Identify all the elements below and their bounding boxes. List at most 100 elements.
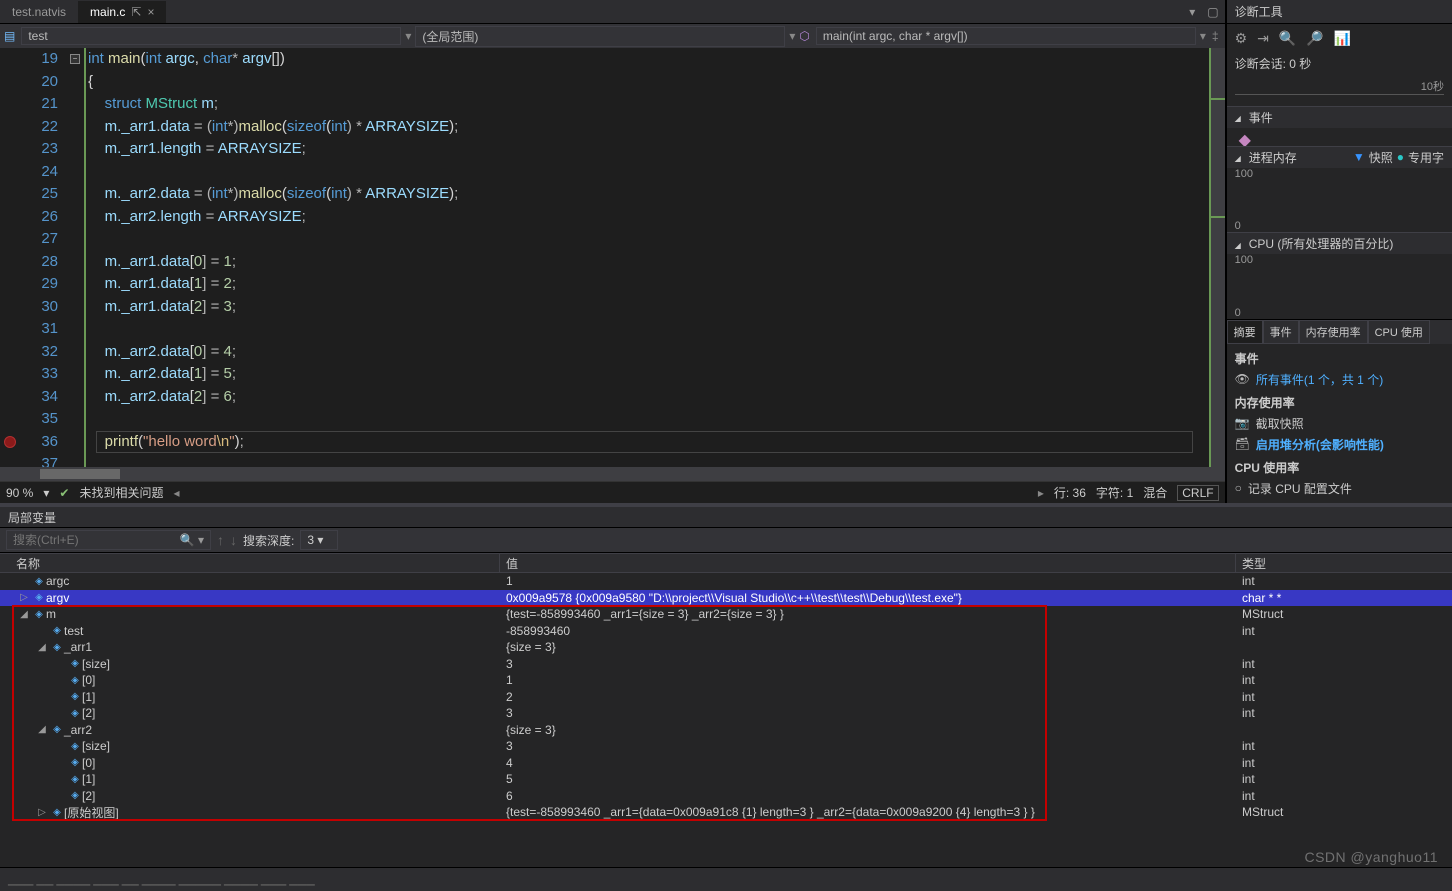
depth-label: 搜索深度:	[243, 532, 294, 549]
table-row[interactable]: ▷◈ [1]2int	[0, 689, 1452, 706]
locals-title: 局部变量	[0, 507, 1452, 527]
crumb-arrow[interactable]: ▾	[789, 29, 795, 43]
variable-icon: ◈	[68, 708, 82, 719]
snapshot-button[interactable]: 📷截取快照	[1235, 413, 1444, 434]
overview-ruler[interactable]	[1211, 48, 1225, 467]
crumb-arrow[interactable]: ▾	[405, 29, 411, 43]
table-row[interactable]: ▷◈ [2]6int	[0, 788, 1452, 805]
split-icon[interactable]: ‡	[1212, 29, 1219, 43]
expand-icon: ▷	[34, 625, 50, 636]
section-events[interactable]: 事件	[1227, 106, 1452, 128]
table-row[interactable]: ▷◈ [原始视图]{test=-858993460 _arr1={data=0x…	[0, 804, 1452, 821]
tab-main-c[interactable]: main.c⇱×	[78, 1, 166, 23]
check-icon: ✔	[59, 486, 69, 500]
variable-icon: ◈	[68, 757, 82, 768]
dropdown-icon[interactable]: ▾	[1183, 5, 1201, 19]
table-row[interactable]: ▷◈ argc1int	[0, 573, 1452, 590]
expand-icon: ▷	[16, 576, 32, 587]
section-memory[interactable]: 进程内存 ▼快照 ●专用字	[1227, 146, 1452, 168]
header-type[interactable]: 类型	[1236, 554, 1452, 572]
header-name[interactable]: 名称	[0, 554, 500, 572]
horizontal-scrollbar[interactable]	[0, 467, 1225, 481]
cursor-line: 行: 36	[1054, 484, 1086, 501]
diag-tab[interactable]: CPU 使用	[1368, 320, 1430, 344]
table-row[interactable]: ▷◈ [2]3int	[0, 705, 1452, 722]
diag-tab[interactable]: 摘要	[1227, 320, 1263, 344]
search-prev-icon[interactable]: ↑	[217, 532, 224, 548]
zoom-dropdown-icon[interactable]: ▾	[43, 486, 49, 500]
locals-grid[interactable]: ▷◈ argc1int▷◈ argv0x009a9578 {0x009a9580…	[0, 573, 1452, 867]
chart-icon[interactable]: 📊	[1334, 30, 1351, 47]
issues-text[interactable]: 未找到相关问题	[79, 484, 163, 501]
cursor-char: 字符: 1	[1096, 484, 1133, 501]
indent-mode[interactable]: 混合	[1143, 484, 1167, 501]
table-row[interactable]: ◢◈ _arr1{size = 3}	[0, 639, 1452, 656]
crumb-scope[interactable]: (全局范围)	[415, 26, 785, 47]
diag-toolbar: ⚙ ⇥ 🔍 🔎 📊	[1227, 24, 1452, 53]
zoom-out-icon[interactable]: 🔎	[1306, 30, 1323, 47]
variable-icon: ◈	[32, 592, 46, 603]
project-icon: ▤	[4, 29, 15, 43]
table-row[interactable]: ▷◈ [size]3int	[0, 656, 1452, 673]
expand-icon[interactable]: ◢	[34, 724, 50, 735]
cpu-header: CPU 使用率	[1235, 455, 1444, 478]
crumb-arrow[interactable]: ▾	[1200, 29, 1206, 43]
variable-icon: ◈	[68, 691, 82, 702]
variable-icon: ◈	[68, 774, 82, 785]
table-row[interactable]: ▷◈ [size]3int	[0, 738, 1452, 755]
variable-icon: ◈	[50, 642, 64, 653]
table-row[interactable]: ▷◈ [1]5int	[0, 771, 1452, 788]
expand-icon[interactable]: ◢	[16, 609, 32, 620]
expand-icon[interactable]: ◢	[34, 642, 50, 653]
expand-icon: ▷	[52, 658, 68, 669]
table-row[interactable]: ◢◈ m{test=-858993460 _arr1={size = 3} _a…	[0, 606, 1452, 623]
zoom-level[interactable]: 90 %	[6, 486, 33, 500]
table-row[interactable]: ▷◈ argv0x009a9578 {0x009a9580 "D:\\proje…	[0, 590, 1452, 607]
editor-tabs: test.natvis main.c⇱× ▾ ▢	[0, 0, 1225, 24]
zoom-in-icon[interactable]: 🔍	[1279, 30, 1296, 47]
diag-tab[interactable]: 内存使用率	[1299, 320, 1368, 344]
code-editor[interactable]: 19202122232425262728293031323334353637 −…	[0, 48, 1225, 467]
expand-icon: ▷	[52, 774, 68, 785]
step-icon[interactable]: ⇥	[1257, 30, 1269, 47]
table-row[interactable]: ▷◈ [0]4int	[0, 755, 1452, 772]
diag-tab[interactable]: 事件	[1263, 320, 1299, 344]
crumb-function[interactable]: main(int argc, char * argv[])	[816, 27, 1196, 45]
expand-icon[interactable]: ▷	[34, 807, 50, 818]
close-icon[interactable]: ×	[147, 5, 154, 19]
expand-icon[interactable]: ▷	[16, 592, 32, 603]
editor-status-bar: 90 % ▾ ✔ 未找到相关问题 ◂ ▸ 行: 36 字符: 1 混合 CRLF	[0, 481, 1225, 503]
variable-icon: ◈	[68, 741, 82, 752]
expand-icon: ▷	[52, 691, 68, 702]
window-split-icon[interactable]: ▢	[1201, 5, 1224, 19]
breakpoint-icon[interactable]	[4, 436, 16, 448]
search-icon[interactable]: 🔍 ▾	[180, 533, 204, 547]
expand-icon: ▷	[52, 741, 68, 752]
section-cpu[interactable]: CPU (所有处理器的百分比)	[1227, 232, 1452, 254]
expand-icon: ▷	[52, 757, 68, 768]
variable-icon: ◈	[50, 724, 64, 735]
expand-icon: ▷	[52, 790, 68, 801]
header-value[interactable]: 值	[500, 554, 1236, 572]
table-row[interactable]: ◢◈ _arr2{size = 3}	[0, 722, 1452, 739]
events-all-link[interactable]: 👁所有事件(1 个，共 1 个)	[1235, 369, 1444, 390]
search-input[interactable]: 🔍 ▾	[6, 530, 211, 550]
watermark: CSDN @yanghuo11	[1304, 849, 1438, 865]
cpu-record-button[interactable]: ○记录 CPU 配置文件	[1235, 478, 1444, 499]
search-next-icon[interactable]: ↓	[230, 532, 237, 548]
search-field[interactable]	[13, 533, 163, 547]
diag-session: 诊断会话: 0 秒	[1227, 53, 1452, 74]
crumb-project[interactable]: test	[21, 27, 401, 45]
line-ending[interactable]: CRLF	[1177, 485, 1218, 501]
depth-select[interactable]: 3 ▾	[300, 530, 338, 550]
tab-natvis[interactable]: test.natvis	[0, 1, 78, 23]
gear-icon[interactable]: ⚙	[1235, 30, 1248, 47]
table-row[interactable]: ▷◈ test-858993460int	[0, 623, 1452, 640]
heap-analysis-link[interactable]: 🗃启用堆分析(会影响性能)	[1235, 434, 1444, 455]
fold-icon[interactable]: −	[70, 54, 80, 64]
variable-icon: ◈	[50, 807, 64, 818]
pin-icon[interactable]: ⇱	[131, 5, 141, 19]
expand-icon: ▷	[52, 708, 68, 719]
variable-icon: ◈	[68, 790, 82, 801]
table-row[interactable]: ▷◈ [0]1int	[0, 672, 1452, 689]
